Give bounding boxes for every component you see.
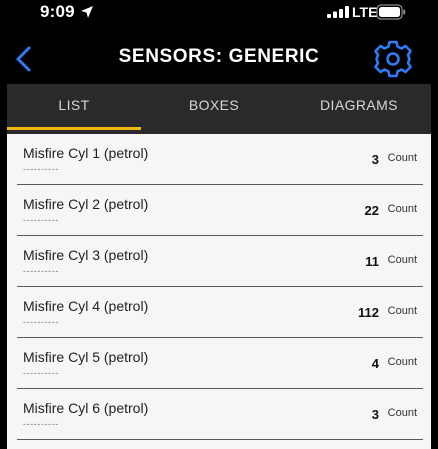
tab-diagrams-label: DIAGRAMS [320, 97, 398, 113]
active-tab-indicator [7, 127, 141, 130]
tab-boxes[interactable]: BOXES [147, 84, 281, 134]
sensor-name: Misfire Cyl 3 (petrol) [23, 247, 149, 263]
signal-icon [327, 6, 349, 18]
sensor-row[interactable]: Misfire Cyl 2 (petrol) ---------- 22 Cou… [7, 185, 431, 236]
status-bar: 9:09 LTE [0, 0, 438, 26]
sensor-unit: Count [387, 356, 417, 368]
sensor-placeholder: ---------- [23, 266, 59, 276]
sensor-unit: Count [387, 254, 417, 266]
sensor-unit: Count [387, 152, 417, 164]
sensor-name: Misfire Cyl 2 (petrol) [23, 196, 149, 212]
sensor-name: Misfire Cyl 4 (petrol) [23, 298, 149, 314]
network-label: LTE [352, 4, 378, 20]
sensor-placeholder: ---------- [23, 164, 59, 174]
sensor-value: 112 [358, 305, 379, 320]
sensor-placeholder: ---------- [23, 419, 59, 429]
tab-boxes-label: BOXES [188, 97, 240, 113]
sensor-value: 3 [371, 152, 379, 167]
sensor-value: 11 [365, 254, 379, 269]
sensor-placeholder: ---------- [23, 368, 59, 378]
row-divider [17, 439, 423, 440]
tab-list[interactable]: LIST [7, 84, 141, 134]
sensor-placeholder: ---------- [23, 317, 59, 327]
sensor-row[interactable]: Misfire Cyl 5 (petrol) ---------- 4 Coun… [7, 338, 431, 389]
settings-button[interactable] [372, 38, 414, 80]
sensor-name: Misfire Cyl 1 (petrol) [23, 145, 149, 161]
sensor-value: 4 [371, 356, 379, 371]
sensor-value: 22 [364, 203, 379, 218]
sensor-name: Misfire Cyl 5 (petrol) [23, 349, 149, 365]
sensor-row[interactable]: Misfire Cyl 4 (petrol) ---------- 112 Co… [7, 287, 431, 338]
tab-bar: LIST BOXES DIAGRAMS [7, 84, 431, 134]
location-arrow-icon [81, 6, 93, 18]
battery-icon [376, 4, 406, 20]
status-time: 9:09 [40, 2, 75, 21]
sensor-value: 3 [371, 407, 379, 422]
sensor-placeholder: ---------- [23, 215, 59, 225]
sensor-unit: Count [387, 203, 417, 215]
sensor-unit: Count [387, 305, 417, 317]
sensor-name: Misfire Cyl 6 (petrol) [23, 400, 149, 416]
tab-list-label: LIST [58, 97, 90, 113]
sensor-unit: Count [387, 407, 417, 419]
sensor-row[interactable]: Misfire Cyl 6 (petrol) ---------- 3 Coun… [7, 389, 431, 440]
sensor-row[interactable]: Misfire Cyl 1 (petrol) ---------- 3 Coun… [7, 134, 431, 185]
tab-diagrams[interactable]: DIAGRAMS [287, 84, 431, 134]
sensor-row[interactable]: Misfire Cyl 3 (petrol) ---------- 11 Cou… [7, 236, 431, 287]
gear-icon [374, 40, 412, 78]
sensor-list: Misfire Cyl 1 (petrol) ---------- 3 Coun… [7, 134, 431, 449]
navigation-bar: SENSORS: GENERIC [0, 34, 438, 84]
